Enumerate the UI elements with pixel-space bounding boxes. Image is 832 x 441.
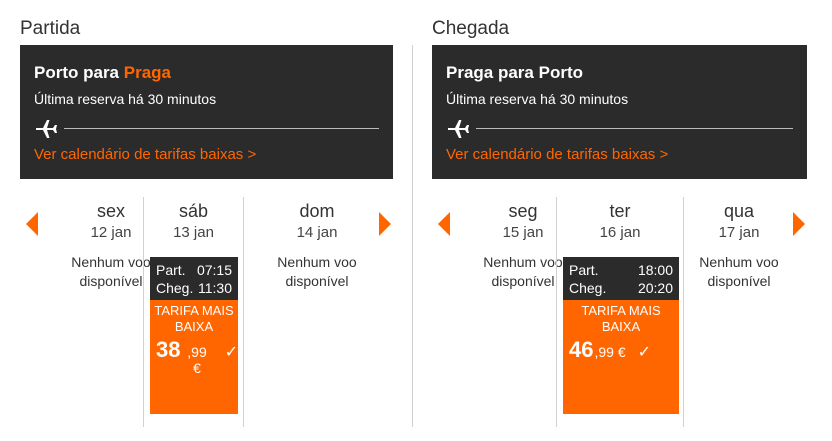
lowest-fare-tag-line-1: TARIFA MAIS	[154, 303, 234, 318]
price: 38 ,99 € ✓	[150, 337, 238, 376]
fare-card[interactable]: Part. 18:00 Cheg. 20:20 TARIFA MAIS BAIXA …	[563, 257, 679, 414]
check-icon: ✓	[224, 344, 238, 361]
plane-icon	[448, 120, 469, 138]
last-booking-text: Última reserva há 30 minutos	[34, 91, 217, 107]
check-icon: ✓	[637, 344, 652, 361]
departure-label: Part.	[569, 262, 599, 278]
flight-times: Part. 18:00 Cheg. 20:20	[563, 257, 679, 300]
day-column-selected: ter 16 jan Part. 18:00 Cheg. 20:20 TARIFA …	[556, 197, 684, 427]
outbound-route-box: Porto para Praga Última reserva há 30 mi…	[20, 45, 393, 179]
outbound-route-title: Porto para Praga	[34, 63, 379, 85]
day-name: sáb	[178, 201, 209, 221]
no-flight-line-1: Nenhum voo	[277, 254, 357, 270]
flight-line	[446, 117, 793, 141]
outbound-heading: Partida	[20, 18, 81, 39]
inbound-route-box: Praga para Porto Última reserva há 30 mi…	[432, 45, 807, 179]
arrival-label: Cheg.	[569, 280, 607, 296]
route-destination: Praga	[123, 63, 172, 82]
day-date: 13 jan	[173, 224, 214, 241]
departure-time: 18:00	[637, 262, 673, 278]
price-box: TARIFA MAIS BAIXA 38 ,99 € ✓	[150, 300, 238, 414]
low-fares-calendar-link[interactable]: Ver calendário de tarifas baixas >	[446, 146, 668, 163]
lowest-fare-tag-line-1: TARIFA MAIS	[581, 303, 661, 318]
departure-label: Part.	[156, 262, 186, 278]
price-integer: 46	[569, 337, 594, 362]
day-column: qua 17 jan Nenhum voo disponível	[684, 197, 794, 427]
no-flight-line-2: disponível	[707, 273, 771, 289]
route-line	[64, 128, 379, 129]
lowest-fare-tag-line-2: BAIXA	[601, 319, 641, 334]
day-column-selected: sáb 13 jan Part. 07:15 Cheg. 11:30 TARIFA …	[143, 197, 244, 427]
chevron-left-icon[interactable]	[26, 212, 38, 236]
inbound-section: Chegada Praga para Porto Última reserva …	[432, 0, 807, 441]
day-name: qua	[723, 201, 755, 221]
price-decimal: ,99 €	[187, 344, 207, 376]
outbound-days: sex 12 jan Nenhum voo disponível sáb 13 …	[20, 197, 393, 427]
no-flight-line-2: disponível	[285, 273, 349, 289]
flight-line	[34, 117, 379, 141]
no-flight-text: Nenhum voo disponível	[684, 253, 794, 291]
arrival-label: Cheg.	[156, 280, 194, 296]
chevron-right-icon[interactable]	[379, 212, 391, 236]
arrival-time: 20:20	[637, 280, 673, 296]
route-from: Porto para	[34, 63, 120, 82]
departure-time: 07:15	[196, 262, 232, 278]
day-date: 14 jan	[296, 224, 338, 241]
day-name: ter	[609, 201, 631, 221]
inbound-route-title: Praga para Porto	[446, 63, 583, 82]
last-booking-text: Última reserva há 30 minutos	[446, 91, 629, 107]
route-line	[476, 128, 793, 129]
no-flight-text: Nenhum voo disponível	[256, 253, 378, 291]
price-box: TARIFA MAIS BAIXA 46 ,99 € ✓	[563, 300, 679, 414]
flight-times: Part. 07:15 Cheg. 11:30	[150, 257, 238, 300]
price-integer: 38	[156, 337, 181, 362]
day-column: dom 14 jan Nenhum voo disponível	[256, 197, 378, 427]
plane-icon	[36, 120, 57, 138]
day-name: dom	[299, 201, 335, 221]
arrival-time: 11:30	[198, 280, 232, 296]
day-date: 16 jan	[599, 224, 641, 241]
low-fares-calendar-link[interactable]: Ver calendário de tarifas baixas >	[34, 146, 256, 163]
inbound-heading: Chegada	[432, 18, 510, 39]
inbound-days: seg 15 jan Nenhum voo disponível ter 16 …	[432, 197, 807, 427]
fare-card[interactable]: Part. 07:15 Cheg. 11:30 TARIFA MAIS BAIXA …	[150, 257, 238, 414]
price: 46 ,99 € ✓	[563, 337, 679, 363]
price-decimal: ,99 €	[594, 344, 626, 360]
no-flight-line-1: Nenhum voo	[699, 254, 779, 270]
section-divider	[412, 45, 413, 427]
chevron-left-icon[interactable]	[438, 212, 450, 236]
chevron-right-icon[interactable]	[793, 212, 805, 236]
lowest-fare-tag-line-2: BAIXA	[174, 319, 214, 334]
outbound-section: Partida Porto para Praga Última reserva …	[20, 0, 393, 441]
day-date: 17 jan	[718, 224, 760, 241]
